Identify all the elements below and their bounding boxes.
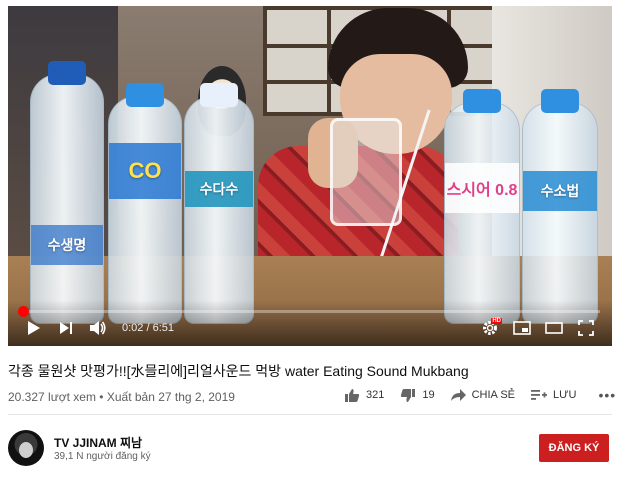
more-icon[interactable]: ••• — [598, 387, 616, 403]
save-button[interactable]: LƯU — [531, 389, 576, 401]
time-current: 0:02 — [122, 322, 144, 334]
action-bar: 321 19 CHIA SẺ LƯU ••• — [344, 387, 616, 403]
water-bottle-3: 수다수 — [184, 83, 254, 324]
miniplayer-icon — [513, 321, 531, 335]
bottle-label-1: 수생명 — [31, 225, 103, 265]
volume-icon — [90, 321, 106, 335]
video-player[interactable]: 수생명 CO 수다수 스시어 0.8 수소법 0:02 / 6:51 HD — [8, 6, 612, 346]
save-label: LƯU — [553, 389, 577, 401]
share-icon — [450, 389, 466, 401]
stats-separator: • — [99, 390, 104, 404]
section-divider — [8, 414, 612, 415]
share-label: CHIA SẺ — [471, 389, 516, 401]
next-icon — [60, 322, 72, 334]
bottle-label-2: CO — [109, 143, 181, 199]
video-title: 각종 물원샷 맛평가!![水믈리에]리얼사운드 먹방 water Eating … — [8, 363, 469, 379]
channel-name[interactable]: TV JJINAM 찌남 — [54, 434, 142, 451]
video-frame[interactable]: 수생명 CO 수다수 스시어 0.8 수소법 — [8, 6, 612, 346]
time-display: 0:02 / 6:51 — [122, 322, 175, 334]
channel-avatar[interactable] — [8, 430, 44, 466]
subscriber-count: 39,1 N người đăng ký — [54, 451, 151, 462]
theater-mode-button[interactable] — [542, 317, 566, 339]
theater-icon — [545, 322, 563, 334]
share-button[interactable]: CHIA SẺ — [450, 389, 516, 401]
view-count: 20.327 lượt xem — [8, 390, 96, 404]
water-bottle-1: 수생명 — [30, 61, 104, 324]
youtube-watch-page: 수생명 CO 수다수 스시어 0.8 수소법 0:02 / 6:51 HD 각종… — [0, 0, 620, 480]
dislike-count: 19 — [422, 389, 435, 401]
miniplayer-button[interactable] — [510, 317, 534, 339]
glass-mug — [330, 118, 402, 226]
hd-badge: HD — [491, 318, 502, 324]
fullscreen-icon — [578, 320, 594, 336]
settings-button[interactable]: HD — [478, 317, 502, 339]
video-stats: 20.327 lượt xem • Xuất bản 27 thg 2, 201… — [8, 390, 235, 404]
mute-button[interactable] — [86, 317, 110, 339]
like-button[interactable]: 321 — [344, 388, 384, 403]
play-icon — [28, 321, 40, 335]
next-button[interactable] — [54, 317, 78, 339]
water-bottle-4: 스시어 0.8 — [444, 89, 520, 324]
water-bottle-2: CO — [108, 83, 182, 324]
water-bottle-5: 수소법 — [522, 89, 598, 324]
progress-bar[interactable] — [17, 306, 600, 317]
player-controls: 0:02 / 6:51 HD — [22, 317, 598, 339]
fullscreen-button[interactable] — [574, 317, 598, 339]
subscribe-button[interactable]: ĐĂNG KÝ — [539, 434, 609, 462]
play-button[interactable] — [22, 317, 46, 339]
bottle-label-3: 수다수 — [185, 171, 253, 207]
dislike-button[interactable]: 19 — [400, 388, 435, 403]
time-total: 6:51 — [152, 322, 175, 334]
bottle-label-5: 수소법 — [523, 171, 597, 211]
thumbs-up-icon — [345, 388, 360, 402]
bottle-label-4: 스시어 0.8 — [445, 163, 519, 213]
like-count: 321 — [366, 389, 385, 401]
thumbs-down-icon — [401, 388, 416, 402]
progress-scrubber[interactable] — [17, 306, 29, 317]
publish-date: Xuất bản 27 thg 2, 2019 — [106, 390, 235, 404]
add-to-playlist-icon — [531, 390, 548, 400]
